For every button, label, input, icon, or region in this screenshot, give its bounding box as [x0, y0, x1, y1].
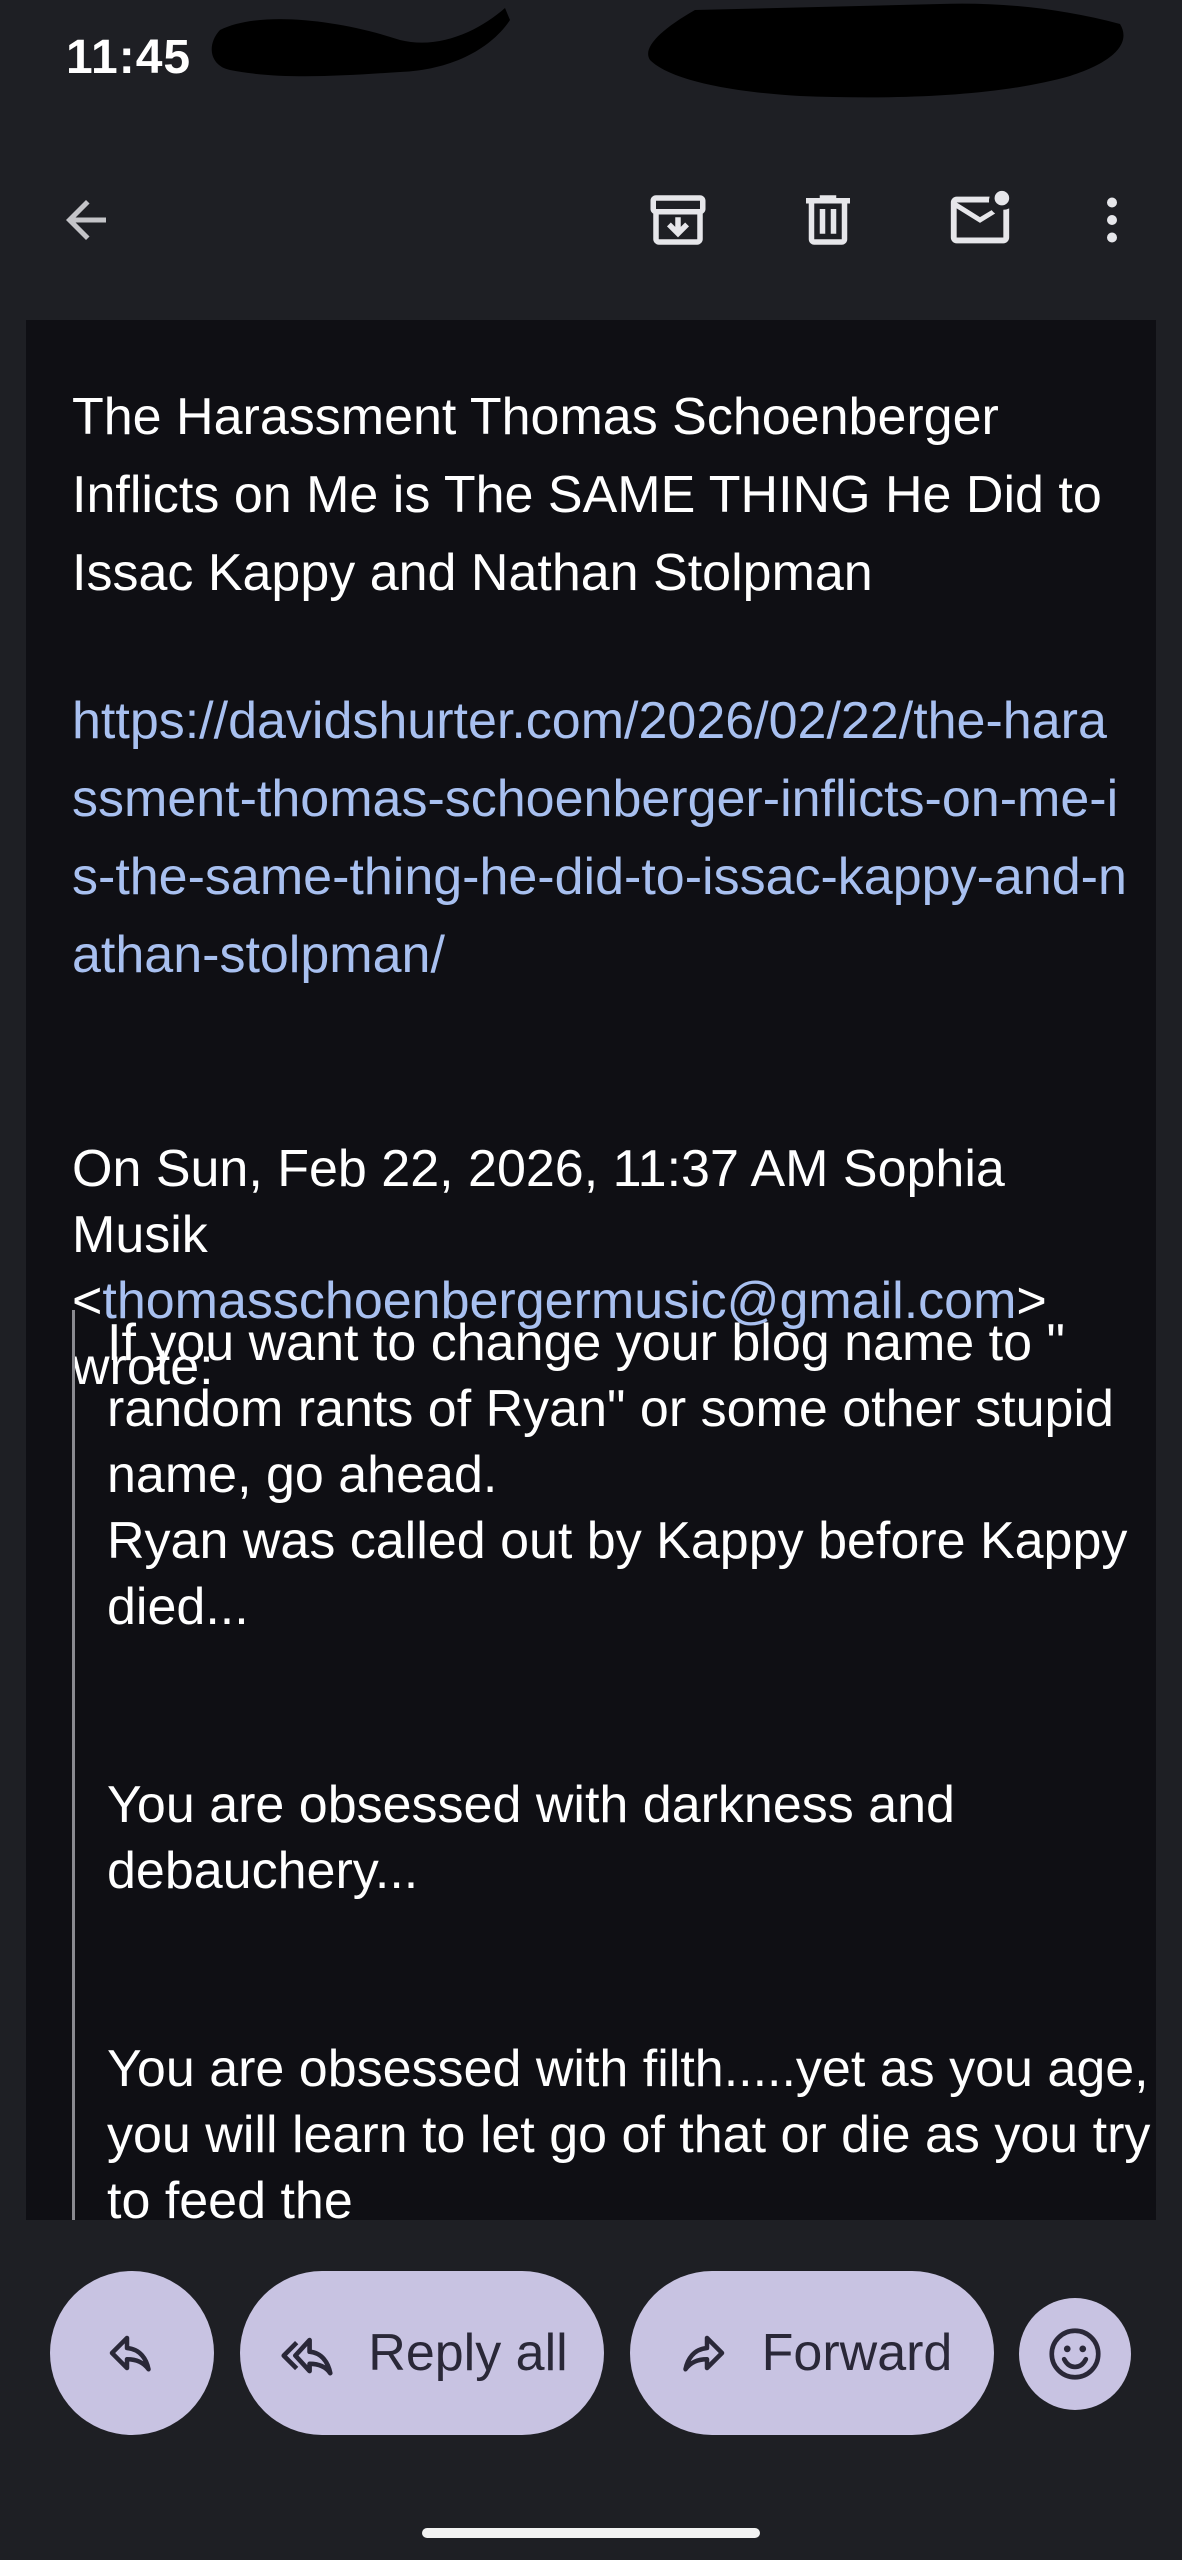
arrow-left-icon — [66, 200, 106, 240]
mail-unread-icon — [950, 190, 1010, 244]
quoted-paragraph: You are obsessed with filth.....yet as y… — [107, 2040, 1151, 2220]
more-options-button[interactable] — [1072, 180, 1152, 260]
delete-button[interactable] — [788, 180, 868, 260]
redaction-mark — [648, 3, 1124, 98]
quoted-message: If you want to change your blog name to … — [72, 1310, 1152, 2220]
redaction-mark — [211, 8, 510, 77]
quoted-paragraph: You are obsessed with darkness and debau… — [107, 1776, 955, 1900]
reply-button[interactable] — [50, 2271, 214, 2435]
reply-action-bar: Reply all Forward — [0, 2220, 1182, 2560]
archive-icon — [650, 195, 706, 245]
quoted-paragraph: Ryan was called out by Kappy before Kapp… — [107, 1512, 1128, 1636]
message-text-title: The Harassment Thomas Schoenberger Infli… — [72, 388, 1102, 602]
quoted-paragraph: If you want to change your blog name to … — [107, 1314, 1114, 1504]
status-time: 11:45 — [66, 31, 192, 84]
reply-all-icon — [281, 2337, 333, 2376]
archive-button[interactable] — [638, 180, 718, 260]
mark-unread-button[interactable] — [940, 180, 1020, 260]
reply-all-button[interactable]: Reply all — [240, 2271, 604, 2435]
emoji-reaction-button[interactable] — [1019, 2298, 1131, 2410]
more-vert-icon — [1107, 197, 1117, 243]
reply-all-label: Reply all — [368, 2324, 568, 2382]
forward-icon — [682, 2335, 724, 2372]
emoji-smile-icon — [1049, 2328, 1101, 2380]
status-bar: 11:45 — [0, 0, 1182, 120]
message-toolbar — [0, 150, 1182, 290]
trash-icon — [806, 195, 850, 245]
article-link[interactable]: https://davidshurter.com/2026/02/22/the-… — [72, 682, 1132, 994]
message-body: The Harassment Thomas Schoenberger Infli… — [26, 320, 1156, 2220]
home-indicator[interactable] — [422, 2528, 760, 2538]
reply-icon — [109, 2335, 151, 2372]
forward-button[interactable]: Forward — [630, 2271, 994, 2435]
forward-label: Forward — [761, 2324, 953, 2382]
back-button[interactable] — [46, 180, 126, 260]
